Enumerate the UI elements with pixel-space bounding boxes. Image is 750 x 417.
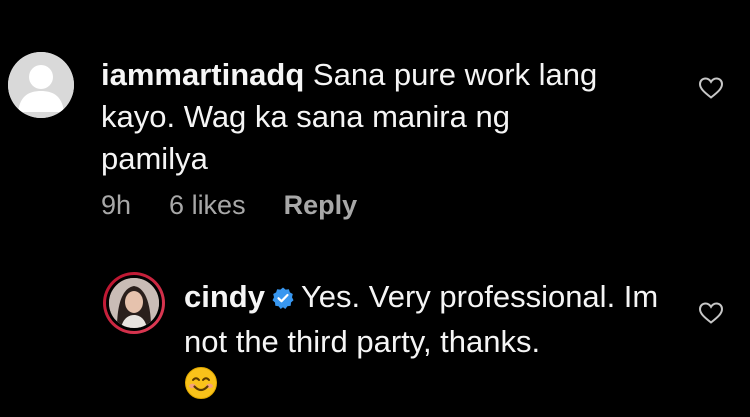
comment-meta: 9h 6 likes Reply <box>101 190 395 221</box>
comment-timestamp: 9h <box>101 190 132 220</box>
reply-button[interactable]: Reply <box>284 190 358 220</box>
avatar[interactable] <box>103 272 165 334</box>
comment-text-block: iammartinadq Sana pure work lang kayo. W… <box>101 54 621 180</box>
default-avatar-icon[interactable] <box>8 52 74 118</box>
verified-badge-icon <box>271 279 295 321</box>
comment-likes-count[interactable]: 6 likes <box>169 190 246 220</box>
heart-outline-icon[interactable] <box>698 76 724 100</box>
comment-username[interactable]: iammartinadq <box>101 57 304 92</box>
comment-username[interactable]: cindy <box>184 279 265 314</box>
comment-text-block: cindy Yes. Very professional. Im not the … <box>184 276 684 411</box>
comment-body: cindy Yes. Very professional. Im not the … <box>184 276 684 411</box>
heart-outline-icon[interactable] <box>698 301 724 325</box>
smiling-face-emoji <box>184 366 218 411</box>
comment-body: iammartinadq Sana pure work lang kayo. W… <box>101 54 621 180</box>
profile-photo <box>109 278 159 328</box>
